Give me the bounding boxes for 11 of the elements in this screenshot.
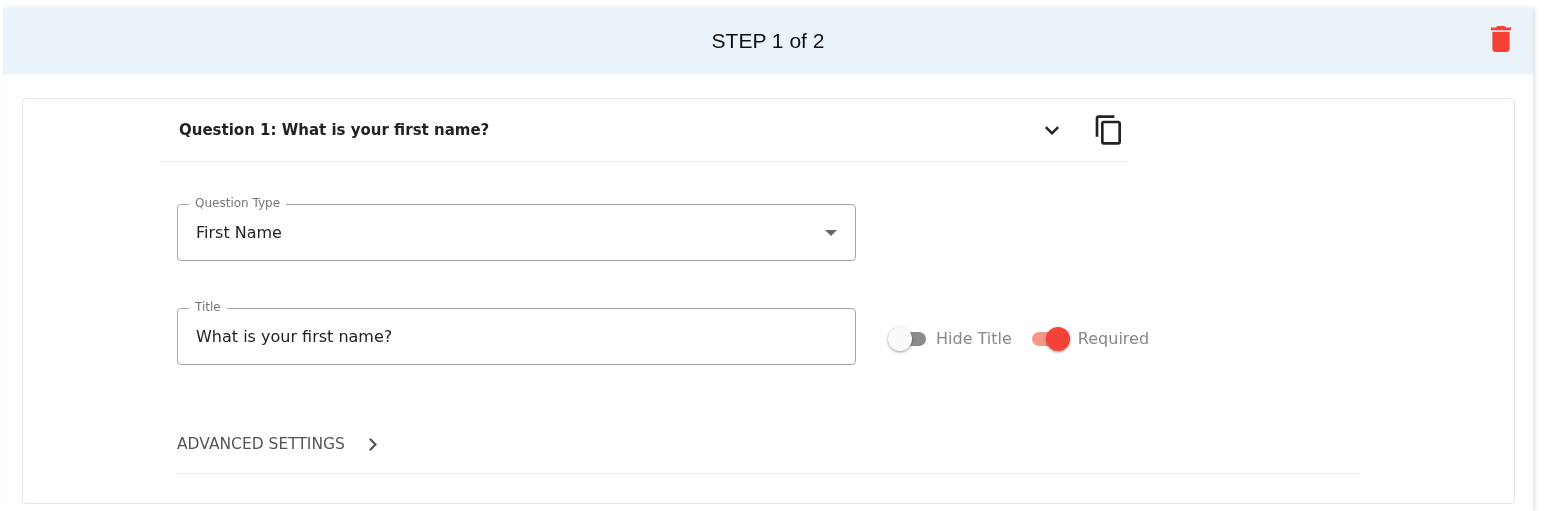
toggle-switch[interactable] [888,326,928,351]
question-title: Question 1: What is your first name? [179,121,491,139]
field-label: Question Type [189,195,287,211]
advanced-settings-button[interactable]: ADVANCED SETTINGS [177,435,377,453]
chevron-icon [368,437,377,451]
dropdown-icon [825,229,837,236]
delete-icon[interactable] [1489,26,1513,52]
step-title: STEP 1 of 2 [711,29,825,53]
chevron-icon[interactable] [1045,125,1059,135]
toggle-label: Hide Title [936,329,1012,348]
toggle-label: Required [1077,329,1150,348]
